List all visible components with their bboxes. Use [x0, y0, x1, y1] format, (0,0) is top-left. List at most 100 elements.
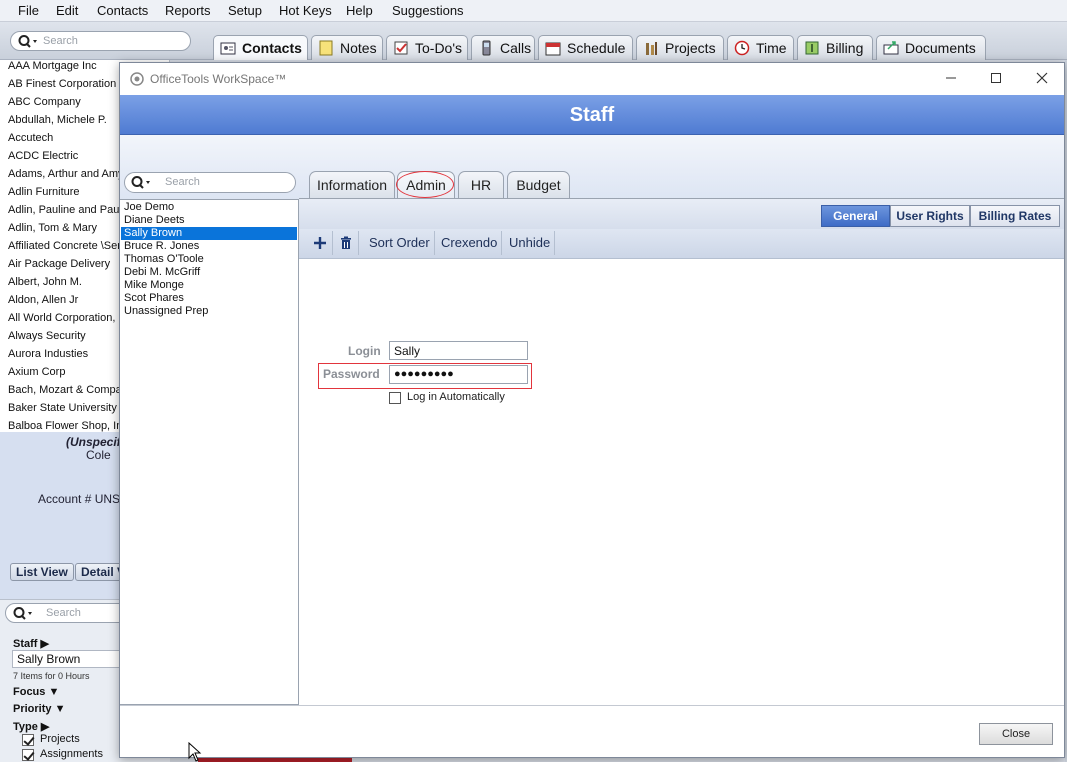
staff-search-input[interactable]: Search [124, 172, 296, 193]
list-item[interactable]: Affiliated Concrete \Ser [8, 240, 121, 252]
auto-login-checkbox[interactable] [389, 392, 401, 404]
tab-notes[interactable]: Notes [311, 35, 383, 60]
login-label: Login [348, 344, 381, 358]
staff-filter-select[interactable]: Sally Brown [12, 650, 120, 668]
focus-filter-label[interactable]: Focus ▼ [13, 686, 59, 698]
priority-filter-label[interactable]: Priority ▼ [13, 703, 65, 715]
admin-content-panel: General User Rights Billing Rates Sort O… [299, 198, 1064, 703]
tab-todos[interactable]: To-Do's [386, 35, 468, 60]
login-field[interactable]: Sally [389, 341, 528, 360]
staff-item-debi-mcgriff[interactable]: Debi M. McGriff [121, 266, 297, 279]
search-placeholder: Search [165, 176, 200, 188]
list-item[interactable]: All World Corporation, In [8, 312, 128, 324]
list-item[interactable]: Baker State University [8, 402, 117, 414]
detail-name: Cole [86, 448, 111, 462]
add-button[interactable] [307, 231, 333, 255]
list-item[interactable]: Adlin, Pauline and Paul [8, 204, 122, 216]
staff-item-sally-brown[interactable]: Sally Brown [121, 227, 297, 240]
maximize-icon [991, 73, 1001, 83]
minimize-button[interactable] [928, 65, 974, 93]
staff-filter-label[interactable]: Staff ▶ [13, 637, 49, 650]
unhide-button[interactable]: Unhide [505, 231, 556, 255]
mouse-pointer-icon [188, 742, 202, 762]
notes-icon [319, 40, 333, 56]
tab-information[interactable]: Information [309, 171, 395, 198]
list-item[interactable]: AAA Mortgage Inc [8, 60, 97, 72]
calendar-icon [545, 42, 561, 56]
admin-subtab-bar: General User Rights Billing Rates [299, 199, 1064, 229]
list-item[interactable]: Accutech [8, 132, 53, 144]
list-item[interactable]: Adlin Furniture [8, 186, 80, 198]
menu-setup[interactable]: Setup [228, 3, 262, 18]
menu-hot-keys[interactable]: Hot Keys [279, 3, 332, 18]
type-filter-label[interactable]: Type ▶ [13, 720, 49, 733]
list-item[interactable]: ACDC Electric [8, 150, 78, 162]
staff-item-thomas-otoole[interactable]: Thomas O'Toole [121, 253, 297, 266]
menu-reports[interactable]: Reports [165, 3, 211, 18]
list-item[interactable]: Balboa Flower Shop, In [8, 420, 122, 432]
menu-contacts[interactable]: Contacts [97, 3, 148, 18]
staff-item-joe-demo[interactable]: Joe Demo [121, 201, 297, 214]
tab-projects[interactable]: Projects [636, 35, 724, 60]
list-item[interactable]: Aldon, Allen Jr [8, 294, 78, 306]
subtab-billing-rates[interactable]: Billing Rates [970, 205, 1060, 227]
list-item[interactable]: Abdullah, Michele P. [8, 114, 107, 126]
auto-login-label: Log in Automatically [407, 391, 505, 403]
menu-help[interactable]: Help [346, 3, 373, 18]
list-item[interactable]: Air Package Delivery [8, 258, 110, 270]
list-item[interactable]: Axium Corp [8, 366, 65, 378]
menu-suggestions[interactable]: Suggestions [392, 3, 464, 18]
subtab-user-rights[interactable]: User Rights [890, 205, 970, 227]
staff-item-diane-deets[interactable]: Diane Deets [121, 214, 297, 227]
staff-item-unassigned-prep[interactable]: Unassigned Prep [121, 305, 297, 318]
list-item[interactable]: Adams, Arthur and Amy [8, 168, 124, 180]
close-button[interactable]: Close [979, 723, 1053, 745]
detail-account: Account # UNS [38, 492, 121, 506]
crexendo-button[interactable]: Crexendo [437, 231, 503, 255]
checkbox-checked-icon [22, 734, 34, 746]
billing-icon [805, 41, 819, 55]
subtab-general[interactable]: General [821, 205, 890, 227]
tab-list-view[interactable]: List View [10, 563, 74, 581]
staff-item-bruce-jones[interactable]: Bruce R. Jones [121, 240, 297, 253]
staff-item-scot-phares[interactable]: Scot Phares [121, 292, 297, 305]
contacts-card-icon [220, 42, 236, 55]
plus-icon [313, 237, 326, 249]
list-item[interactable]: Aurora Industies [8, 348, 88, 360]
list-item[interactable]: ABC Company [8, 96, 81, 108]
list-item[interactable]: AB Finest Corporation [8, 78, 116, 90]
dialog-title: OfficeTools WorkSpace™ [150, 72, 287, 86]
maximize-button[interactable] [973, 65, 1019, 93]
menu-edit[interactable]: Edit [56, 3, 78, 18]
menu-file[interactable]: File [18, 3, 39, 18]
tab-hr[interactable]: HR [458, 171, 504, 198]
staff-list: Joe Demo Diane Deets Sally Brown Bruce R… [120, 199, 299, 705]
sort-order-button[interactable]: Sort Order [365, 231, 435, 255]
tab-contacts[interactable]: Contacts [213, 35, 308, 60]
tab-calls[interactable]: Calls [471, 35, 535, 60]
delete-button[interactable] [333, 231, 359, 255]
staff-item-mike-monge[interactable]: Mike Monge [121, 279, 297, 292]
staff-dialog: OfficeTools WorkSpace™ Staff Search Joe … [119, 62, 1065, 758]
password-field[interactable]: ●●●●●●●●● [389, 365, 528, 384]
items-summary: 7 Items for 0 Hours [13, 671, 90, 681]
tab-schedule[interactable]: Schedule [538, 35, 633, 60]
password-label: Password [323, 367, 380, 381]
tab-billing[interactable]: Billing [797, 35, 873, 60]
list-item[interactable]: Always Security [8, 330, 86, 342]
search-icon [18, 35, 37, 48]
dialog-header-title: Staff [569, 104, 615, 126]
admin-toolbar: Sort Order Crexendo Unhide [299, 229, 1064, 259]
list-item[interactable]: Adlin, Tom & Mary [8, 222, 97, 234]
close-window-button[interactable] [1019, 65, 1065, 93]
minimize-icon [946, 77, 956, 79]
list-item[interactable]: Bach, Mozart & Compan [8, 384, 128, 396]
list-item[interactable]: Albert, John M. [8, 276, 82, 288]
tab-time[interactable]: Time [727, 35, 794, 60]
main-search-input[interactable]: Search [10, 31, 191, 51]
dialog-footer: Close [120, 705, 1064, 757]
tab-budget[interactable]: Budget [507, 171, 570, 198]
todo-icon [394, 41, 408, 55]
search-placeholder: Search [43, 35, 78, 47]
tab-documents[interactable]: Documents [876, 35, 986, 60]
